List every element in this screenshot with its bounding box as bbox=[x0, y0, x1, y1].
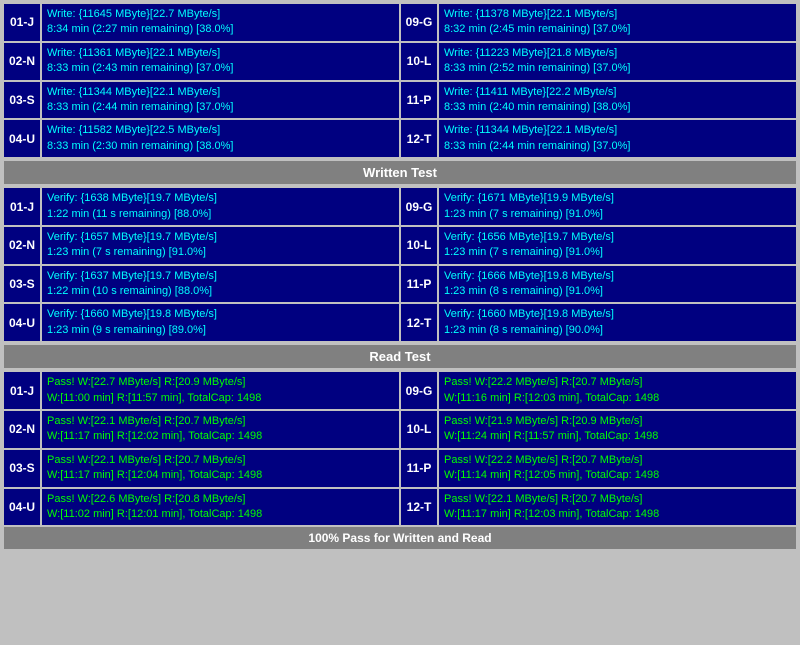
table-row: 03-SVerify: {1637 MByte}[19.7 MByte/s]1:… bbox=[4, 266, 796, 303]
cell-left: Pass! W:[22.7 MByte/s] R:[20.9 MByte/s]W… bbox=[42, 372, 399, 409]
cell-right: Write: {11344 MByte}[22.1 MByte/s]8:33 m… bbox=[439, 120, 796, 157]
row-id-right: 09-G bbox=[401, 188, 437, 225]
cell-left: Verify: {1638 MByte}[19.7 MByte/s]1:22 m… bbox=[42, 188, 399, 225]
cell-left: Pass! W:[22.6 MByte/s] R:[20.8 MByte/s]W… bbox=[42, 489, 399, 526]
cell-right: Verify: {1666 MByte}[19.8 MByte/s]1:23 m… bbox=[439, 266, 796, 303]
cell-left: Write: {11344 MByte}[22.1 MByte/s]8:33 m… bbox=[42, 82, 399, 119]
row-id-left: 01-J bbox=[4, 372, 40, 409]
cell-right: Verify: {1660 MByte}[19.8 MByte/s]1:23 m… bbox=[439, 304, 796, 341]
row-id-left: 04-U bbox=[4, 304, 40, 341]
cell-right: Pass! W:[22.2 MByte/s] R:[20.7 MByte/s]W… bbox=[439, 450, 796, 487]
cell-right: Pass! W:[21.9 MByte/s] R:[20.9 MByte/s]W… bbox=[439, 411, 796, 448]
row-id-right: 10-L bbox=[401, 227, 437, 264]
row-id-left: 03-S bbox=[4, 82, 40, 119]
row-id-right: 12-T bbox=[401, 120, 437, 157]
cell-right: Write: {11378 MByte}[22.1 MByte/s]8:32 m… bbox=[439, 4, 796, 41]
cell-right: Write: {11223 MByte}[21.8 MByte/s]8:33 m… bbox=[439, 43, 796, 80]
table-row: 04-UPass! W:[22.6 MByte/s] R:[20.8 MByte… bbox=[4, 489, 796, 526]
row-id-right: 10-L bbox=[401, 411, 437, 448]
row-id-left: 02-N bbox=[4, 43, 40, 80]
table-row: 02-NPass! W:[22.1 MByte/s] R:[20.7 MByte… bbox=[4, 411, 796, 448]
row-id-left: 02-N bbox=[4, 411, 40, 448]
row-id-right: 11-P bbox=[401, 450, 437, 487]
cell-right: Write: {11411 MByte}[22.2 MByte/s]8:33 m… bbox=[439, 82, 796, 119]
row-id-left: 04-U bbox=[4, 120, 40, 157]
row-id-left: 03-S bbox=[4, 450, 40, 487]
write-section: 01-JWrite: {11645 MByte}[22.7 MByte/s]8:… bbox=[4, 4, 796, 157]
table-row: 02-NVerify: {1657 MByte}[19.7 MByte/s]1:… bbox=[4, 227, 796, 264]
row-id-left: 04-U bbox=[4, 489, 40, 526]
cell-left: Write: {11582 MByte}[22.5 MByte/s]8:33 m… bbox=[42, 120, 399, 157]
cell-left: Verify: {1637 MByte}[19.7 MByte/s]1:22 m… bbox=[42, 266, 399, 303]
status-bar: 100% Pass for Written and Read bbox=[4, 527, 796, 549]
cell-right: Pass! W:[22.1 MByte/s] R:[20.7 MByte/s]W… bbox=[439, 489, 796, 526]
cell-right: Verify: {1671 MByte}[19.9 MByte/s]1:23 m… bbox=[439, 188, 796, 225]
cell-left: Pass! W:[22.1 MByte/s] R:[20.7 MByte/s]W… bbox=[42, 411, 399, 448]
cell-right: Verify: {1656 MByte}[19.7 MByte/s]1:23 m… bbox=[439, 227, 796, 264]
row-id-left: 02-N bbox=[4, 227, 40, 264]
row-id-right: 12-T bbox=[401, 304, 437, 341]
row-id-right: 09-G bbox=[401, 372, 437, 409]
row-id-right: 11-P bbox=[401, 266, 437, 303]
cell-left: Write: {11645 MByte}[22.7 MByte/s]8:34 m… bbox=[42, 4, 399, 41]
read-test-header: Read Test bbox=[4, 345, 796, 368]
table-row: 01-JWrite: {11645 MByte}[22.7 MByte/s]8:… bbox=[4, 4, 796, 41]
table-row: 03-SWrite: {11344 MByte}[22.1 MByte/s]8:… bbox=[4, 82, 796, 119]
table-row: 04-UVerify: {1660 MByte}[19.8 MByte/s]1:… bbox=[4, 304, 796, 341]
cell-left: Pass! W:[22.1 MByte/s] R:[20.7 MByte/s]W… bbox=[42, 450, 399, 487]
table-row: 01-JVerify: {1638 MByte}[19.7 MByte/s]1:… bbox=[4, 188, 796, 225]
row-id-right: 11-P bbox=[401, 82, 437, 119]
written-test-header: Written Test bbox=[4, 161, 796, 184]
main-container: 01-JWrite: {11645 MByte}[22.7 MByte/s]8:… bbox=[0, 0, 800, 553]
row-id-left: 03-S bbox=[4, 266, 40, 303]
table-row: 04-UWrite: {11582 MByte}[22.5 MByte/s]8:… bbox=[4, 120, 796, 157]
table-row: 02-NWrite: {11361 MByte}[22.1 MByte/s]8:… bbox=[4, 43, 796, 80]
table-row: 01-JPass! W:[22.7 MByte/s] R:[20.9 MByte… bbox=[4, 372, 796, 409]
row-id-right: 10-L bbox=[401, 43, 437, 80]
row-id-right: 12-T bbox=[401, 489, 437, 526]
cell-left: Verify: {1657 MByte}[19.7 MByte/s]1:23 m… bbox=[42, 227, 399, 264]
row-id-left: 01-J bbox=[4, 188, 40, 225]
row-id-left: 01-J bbox=[4, 4, 40, 41]
row-id-right: 09-G bbox=[401, 4, 437, 41]
table-row: 03-SPass! W:[22.1 MByte/s] R:[20.7 MByte… bbox=[4, 450, 796, 487]
cell-left: Verify: {1660 MByte}[19.8 MByte/s]1:23 m… bbox=[42, 304, 399, 341]
cell-left: Write: {11361 MByte}[22.1 MByte/s]8:33 m… bbox=[42, 43, 399, 80]
cell-right: Pass! W:[22.2 MByte/s] R:[20.7 MByte/s]W… bbox=[439, 372, 796, 409]
